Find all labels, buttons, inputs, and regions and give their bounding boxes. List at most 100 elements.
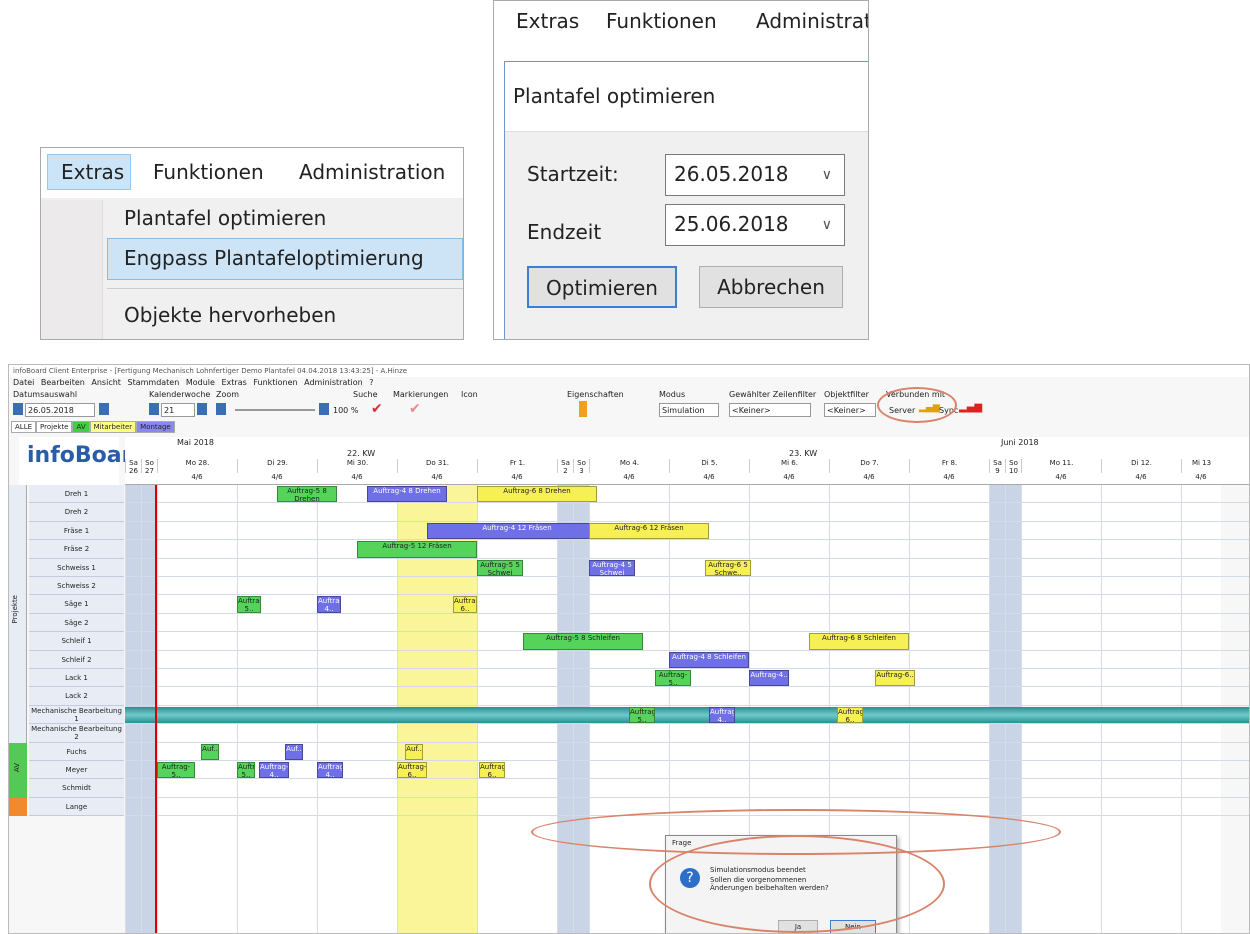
row-label: Meyer bbox=[29, 761, 124, 780]
task-bar[interactable]: Auftrag-6.. bbox=[453, 596, 477, 613]
day-label: Do 31. bbox=[397, 459, 477, 473]
zoom-slider[interactable] bbox=[235, 409, 315, 411]
task-bar[interactable]: Auf.. bbox=[201, 743, 219, 760]
task-bar[interactable]: Auftrag-5.. bbox=[655, 670, 691, 687]
day-label: Sa 2 bbox=[557, 459, 573, 475]
day-label: So 3 bbox=[573, 459, 589, 475]
group-label-projekte: Projekte bbox=[11, 595, 19, 624]
task-bar[interactable]: Auftrag-6.. bbox=[837, 706, 863, 724]
menu-extras-app[interactable]: Extras bbox=[221, 378, 246, 387]
property-icon[interactable] bbox=[579, 401, 587, 417]
group-label-av: AV bbox=[13, 763, 21, 773]
infoboard-window: infoBoard Client Enterprise - [Fertigung… bbox=[8, 364, 1250, 934]
window-title: infoBoard Client Enterprise - [Fertigung… bbox=[9, 365, 1249, 377]
task-bar[interactable]: Auftrag-6.. bbox=[397, 762, 427, 779]
mark-icon[interactable]: ✔ bbox=[409, 401, 421, 417]
task-bar[interactable]: Auf.. bbox=[405, 743, 423, 760]
task-bar[interactable]: Auftrag-5.. bbox=[629, 706, 655, 724]
tab-av[interactable]: AV bbox=[72, 421, 90, 433]
sync-signal-icon: ▂▄▆ bbox=[959, 402, 983, 413]
optimieren-button[interactable]: Optimieren bbox=[527, 266, 677, 308]
menu-item-plantafel-optimieren[interactable]: Plantafel optimieren bbox=[124, 206, 326, 230]
task-bar[interactable]: Auf.. bbox=[285, 743, 303, 760]
day-label: Di 12. bbox=[1101, 459, 1181, 473]
tab-projekte[interactable]: Projekte bbox=[36, 421, 73, 433]
task-bar[interactable]: Auftrag-6 8 Schleifen bbox=[809, 633, 909, 650]
planning-grid: Mai 2018 Juni 2018 22. KW 23. KW Sa 26 So 27 M… bbox=[9, 437, 1249, 933]
day-label: So 27 bbox=[141, 459, 157, 475]
zoom-out-icon[interactable] bbox=[216, 403, 226, 415]
task-bar[interactable]: Auftrag-4.. bbox=[709, 706, 735, 724]
menu-funktionen-app[interactable]: Funktionen bbox=[253, 378, 297, 387]
task-bar[interactable]: Auftrag-5.. bbox=[157, 762, 195, 779]
menu-funktionen-2[interactable]: Funktionen bbox=[606, 9, 717, 33]
menu-funktionen[interactable]: Funktionen bbox=[153, 160, 264, 184]
menu-item-objekte-hervorheben[interactable]: Objekte hervorheben bbox=[124, 303, 336, 327]
next-week-icon[interactable] bbox=[197, 403, 207, 415]
object-filter-select[interactable]: <Keiner> bbox=[824, 403, 876, 417]
label-zoom: Zoom bbox=[216, 390, 240, 399]
menu-extras-2[interactable]: Extras bbox=[516, 9, 579, 33]
end-date-picker[interactable]: 25.06.2018 ∨ bbox=[665, 204, 845, 246]
task-bar[interactable]: Auftrag-4.. bbox=[749, 670, 789, 687]
prev-week-icon[interactable] bbox=[149, 403, 159, 415]
start-label: Startzeit: bbox=[527, 162, 619, 186]
row-line bbox=[125, 760, 1249, 761]
task-bar[interactable]: Auftrag-4 8 Schleifen bbox=[669, 651, 749, 668]
menu-gutter bbox=[41, 200, 103, 339]
task-bar[interactable]: Auftrag-6.. bbox=[875, 670, 915, 687]
row-label: Dreh 1 bbox=[29, 485, 124, 504]
menu-item-engpass-plantafeloptimierung[interactable]: Engpass Plantafeloptimierung bbox=[124, 246, 424, 270]
task-bar[interactable]: Auftrag-5.. bbox=[237, 596, 261, 613]
tab-mitarbeiter[interactable]: Mitarbeiter bbox=[89, 421, 137, 433]
task-bar[interactable]: Auftrag-4.. bbox=[259, 762, 289, 779]
task-bar[interactable]: Auftrag-6.. bbox=[479, 762, 505, 779]
row-line bbox=[125, 594, 1249, 596]
checkmark-icon[interactable]: ✔ bbox=[371, 401, 383, 417]
menu-datei[interactable]: Datei bbox=[13, 378, 34, 387]
menu-bearbeiten[interactable]: Bearbeiten bbox=[41, 378, 85, 387]
menu-ansicht[interactable]: Ansicht bbox=[91, 378, 121, 387]
task-bar[interactable]: Auftrag-6 12 Fräsen bbox=[589, 522, 709, 540]
menu-module[interactable]: Module bbox=[186, 378, 215, 387]
task-bar[interactable]: Auftrag-4 5 Schwei bbox=[589, 559, 635, 576]
abbrechen-button[interactable]: Abbrechen bbox=[699, 266, 843, 308]
prev-date-icon[interactable] bbox=[13, 403, 23, 415]
day-label: Sa 9 bbox=[989, 459, 1005, 475]
start-date-picker[interactable]: 26.05.2018 ∨ bbox=[665, 154, 845, 196]
task-bar[interactable]: Auftrag-5 12 Fräsen bbox=[357, 541, 477, 558]
menu-administration-2[interactable]: Administrat bbox=[756, 9, 868, 33]
capacity-label: 4/6 bbox=[351, 473, 363, 481]
end-label: Endzeit bbox=[527, 220, 602, 244]
task-bar[interactable]: Auftrag-4.. bbox=[317, 762, 343, 779]
task-bar[interactable]: Auftrag-5.. bbox=[237, 762, 255, 779]
next-date-icon[interactable] bbox=[99, 403, 109, 415]
task-bar[interactable]: Auftrag-5 8 Drehen bbox=[277, 486, 337, 503]
label-suche: Suche bbox=[353, 390, 378, 399]
date-input[interactable]: 26.05.2018 bbox=[25, 403, 95, 417]
menu-administration-app[interactable]: Administration bbox=[304, 378, 363, 387]
optimize-dialog: Plantafel optimieren Startzeit: 26.05.20… bbox=[504, 61, 868, 339]
tab-montage[interactable]: Montage bbox=[136, 421, 175, 433]
menu-help[interactable]: ? bbox=[369, 378, 373, 387]
month-label: Juni 2018 bbox=[1001, 438, 1039, 447]
end-date-value: 25.06.2018 bbox=[674, 212, 789, 236]
menu-extras[interactable]: Extras bbox=[61, 160, 124, 184]
task-bar[interactable]: Auftrag-6 5 Schwe.. bbox=[705, 559, 751, 576]
task-bar[interactable]: Auftrag-4 12 Fräsen bbox=[427, 522, 607, 540]
row-label: Fräse 2 bbox=[29, 540, 124, 559]
task-bar[interactable]: Auftrag-4.. bbox=[317, 596, 341, 613]
mode-select[interactable]: Simulation bbox=[659, 403, 719, 417]
label-icon: Icon bbox=[461, 390, 478, 399]
task-bar[interactable]: Auftrag-4 8 Drehen bbox=[367, 486, 447, 503]
task-bar[interactable]: Auftrag-5 5 Schwei bbox=[477, 559, 523, 576]
capacity-label: 4/6 bbox=[431, 473, 443, 481]
menu-administration[interactable]: Administration bbox=[299, 160, 445, 184]
row-filter-select[interactable]: <Keiner> bbox=[729, 403, 811, 417]
task-bar[interactable]: Auftrag-5 8 Schleifen bbox=[523, 633, 643, 650]
task-bar[interactable]: Auftrag-6 8 Drehen bbox=[477, 486, 597, 503]
week-select[interactable]: 21 bbox=[161, 403, 195, 417]
zoom-in-icon[interactable] bbox=[319, 403, 329, 415]
tab-alle[interactable]: ALLE bbox=[11, 421, 37, 433]
menu-stammdaten[interactable]: Stammdaten bbox=[127, 378, 179, 387]
